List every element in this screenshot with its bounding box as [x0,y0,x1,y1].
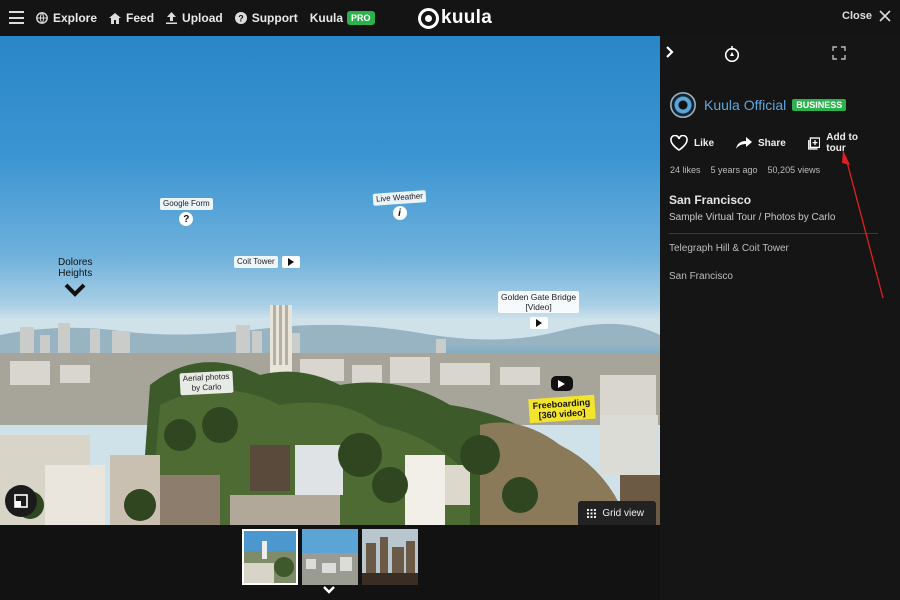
hotspot-coit-tower[interactable]: Coit Tower [234,256,300,268]
hotspot-aerial-photos[interactable]: Aerial photos by Carlo [179,370,234,396]
thumbnail-2-image [302,529,358,585]
vr-icon [14,494,28,508]
hotspot-freeboarding[interactable]: Freeboarding [360 video] [528,376,596,424]
grid-view-button[interactable]: Grid view [578,501,656,525]
nav-feed[interactable]: Feed [109,11,154,25]
post-title: San Francisco [669,193,752,207]
hotspot-live-weather-label: Live Weather [372,190,427,206]
hotspot-coit-tower-label: Coit Tower [234,256,278,268]
svg-text:?: ? [238,13,244,23]
thumbnail-1[interactable] [242,529,298,585]
tour-item[interactable]: Telegraph Hill & Coit Tower [669,243,789,254]
upload-icon [166,12,178,24]
share-button[interactable]: Share [736,137,786,149]
like-button[interactable]: Like [670,135,714,151]
add-to-tour-button[interactable]: Add to tour [807,132,878,154]
divider [669,233,878,234]
sidebar-toolbar [660,36,900,72]
nav-support-label: Support [251,11,298,25]
avatar[interactable] [670,92,696,118]
hotspot-google-form[interactable]: Google Form ? [160,198,213,226]
kuula-logo[interactable]: kuula [418,7,492,29]
stats-row: 24 likes 5 years ago 50,205 views [670,165,830,175]
nav-kuula-pro[interactable]: Kuula PRO [310,11,375,25]
hotspot-golden-gate-line2: [Video] [525,302,552,312]
nav-support[interactable]: ? Support [234,11,298,25]
collapse-sidebar-chevron-icon[interactable] [666,46,674,58]
share-arrow-icon [736,137,753,149]
globe-icon [36,12,48,24]
upload-age: 5 years ago [710,165,758,175]
hotspot-dolores-heights[interactable]: Dolores Heights [58,257,92,297]
panorama-viewer[interactable]: Google Form ? Live Weather i Coit Tower … [0,36,660,525]
hotspot-live-weather[interactable]: Live Weather i [372,190,427,220]
chevron-down-icon[interactable] [322,585,336,594]
nav-explore-label: Explore [53,11,98,25]
info-icon: i [392,206,407,220]
author-name[interactable]: Kuula Official [704,97,786,113]
like-label: Like [694,137,715,149]
grid-view-label: Grid view [602,507,644,519]
thumbnail-3[interactable] [362,529,418,585]
nav-upload-label: Upload [182,11,223,25]
close-label: Close [842,10,872,22]
add-to-tour-label: Add to tour [826,132,858,154]
question-icon: ? [179,212,194,226]
nav-explore[interactable]: Explore [36,11,97,25]
heart-icon [670,135,688,151]
nav-feed-label: Feed [126,11,155,25]
hotspot-golden-gate-line1: Golden Gate Bridge [501,292,577,302]
nav-upload[interactable]: Upload [166,11,223,25]
author-row[interactable]: Kuula Official BUSINESS [670,92,847,118]
post-subtitle: Sample Virtual Tour / Photos by Carlo [669,212,836,223]
views-count: 50,205 views [767,165,821,175]
help-circle-icon: ? [234,12,247,24]
home-icon [109,12,122,24]
tour-item[interactable]: San Francisco [669,271,733,282]
likes-count: 24 likes [670,165,701,175]
logo-text: kuula [441,7,493,28]
hotspot-dolores-line2: Heights [58,268,93,279]
thumbnail-3-image [362,529,418,585]
info-sidebar: Kuula Official BUSINESS Like Share Add t… [660,36,900,600]
close-button[interactable]: Close [842,10,891,22]
video-play-icon [550,376,573,391]
vr-mode-button[interactable] [5,485,37,517]
close-icon [879,10,891,22]
grid-icon [587,508,597,518]
main-nav: Explore Feed Upload ? Support Kuula PRO [36,0,387,36]
play-icon [529,317,548,329]
hamburger-menu-icon[interactable] [9,11,24,24]
business-badge: BUSINESS [792,99,847,111]
thumbnail-strip [0,525,660,600]
thumbnail-1-image [244,531,296,583]
hotspot-golden-gate[interactable]: Golden Gate Bridge [Video] [498,291,580,329]
share-label: Share [758,137,786,149]
chevron-down-icon [64,283,86,297]
fullscreen-icon[interactable] [832,46,846,60]
pro-badge: PRO [347,11,375,25]
kuula-logo-icon [418,7,439,29]
action-bar: Like Share Add to tour [670,132,900,154]
top-bar: Explore Feed Upload ? Support Kuula PRO … [0,0,900,36]
compass-icon[interactable] [724,46,740,62]
hotspot-dolores-line1: Dolores [58,257,93,268]
hotspot-google-form-label: Google Form [160,198,213,210]
thumbnail-2[interactable] [302,529,358,585]
play-icon [281,256,300,268]
nav-kuula-label: Kuula [309,11,344,25]
add-tour-icon [807,136,821,150]
